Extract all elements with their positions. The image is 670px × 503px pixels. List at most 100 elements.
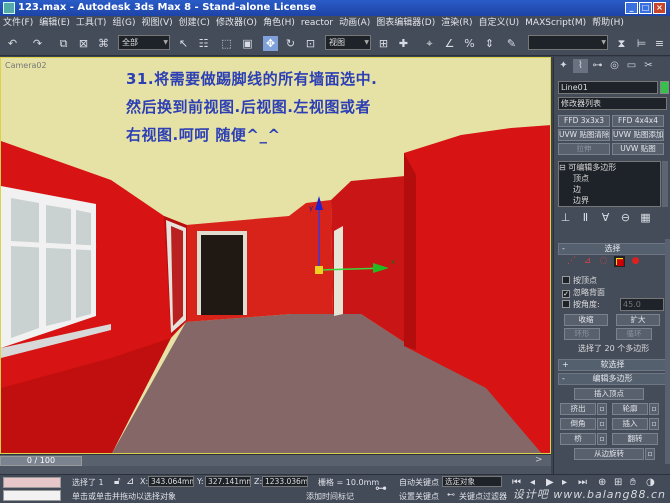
z-coord-field[interactable]: 1233.036m [262,476,308,487]
menu-rendering[interactable]: 渲染(R) [438,16,475,31]
hinge-settings-icon[interactable]: ▫ [645,448,655,460]
uvw-map-button[interactable]: UVW 贴图 [612,143,664,155]
named-selection-sets-dropdown[interactable] [528,35,608,50]
pivot-center-icon[interactable]: ⊞ [376,36,391,51]
menu-edit[interactable]: 编辑(E) [36,16,73,31]
menu-create[interactable]: 创建(C) [176,16,213,31]
selection-rollout-header[interactable]: - 选择 [558,243,667,255]
menu-reactor[interactable]: reactor [298,16,336,31]
hinge-from-edge-button[interactable]: 从边旋转 [574,448,644,460]
stack-item-editable-poly[interactable]: ⊟ 可编辑多边形 [559,162,660,173]
region-select-icon[interactable]: ⬚ [219,36,234,51]
align-icon[interactable]: ⊨ [634,36,649,51]
make-unique-icon[interactable]: ∀ [598,210,613,225]
redo-icon[interactable]: ↷ [30,36,45,51]
polygon-subobject-icon[interactable]: ■ [614,256,625,268]
ffd-3x3x3-button[interactable]: FFD 3x3x3 [558,115,610,127]
modifier-list-dropdown[interactable]: 修改器列表 [558,97,667,110]
menu-help[interactable]: 帮助(H) [589,16,627,31]
unlink-icon[interactable]: ⊠ [76,36,91,51]
named-selection-icon[interactable]: ✎ [504,36,519,51]
outline-settings-icon[interactable]: ▫ [649,403,659,415]
utilities-tab-icon[interactable]: ✂ [641,59,656,73]
key-filters-button[interactable]: 关键点过滤器 [459,491,507,502]
inset-button[interactable]: 插入 [612,418,648,430]
grow-button[interactable]: 扩大 [616,314,660,326]
by-vertex-checkbox[interactable]: 按顶点 [562,275,597,286]
object-color-swatch[interactable] [660,81,669,94]
flip-button[interactable]: 翻转 [612,433,658,445]
by-angle-checkbox[interactable]: 按角度: [562,299,600,310]
percent-snap-icon[interactable]: % [462,36,477,51]
extrude-modifier-button[interactable]: 拉伸 [558,143,610,155]
menu-file[interactable]: 文件(F) [0,16,36,31]
x-coord-field[interactable]: 343.064mm [148,476,194,487]
outline-button[interactable]: 轮廓 [612,403,648,415]
select-object-icon[interactable]: ↖ [176,36,191,51]
set-key-icon[interactable]: ⊶ [375,481,387,495]
edge-subobject-icon[interactable]: ⊿ [582,256,593,267]
track-bar[interactable] [0,466,551,474]
auto-key-label[interactable]: 自动关键点 [399,477,439,488]
uvw-clear-button[interactable]: UVW 贴图清除 [558,129,610,141]
lock-selection-icon[interactable]: 🔓︎ [114,476,120,487]
select-link-icon[interactable]: ⧉ [56,36,71,51]
layer-manager-icon[interactable]: ≡ [652,36,667,51]
time-slider-thumb[interactable]: 0 / 100 [0,456,82,466]
snap-toggle-icon[interactable]: ⌖ [422,36,437,51]
loop-button[interactable]: 循环 [616,328,652,340]
uvw-add-button[interactable]: UVW 贴图添加 [612,129,664,141]
modifier-stack[interactable]: ⊟ 可编辑多边形 顶点 边 边界 [558,161,661,207]
time-next-icon[interactable]: > [535,455,543,465]
select-manipulate-icon[interactable]: ✚ [396,36,411,51]
bevel-settings-icon[interactable]: ▫ [597,418,607,430]
ffd-4x4x4-button[interactable]: FFD 4x4x4 [612,115,664,127]
border-subobject-icon[interactable]: ◌ [598,256,609,267]
ignore-backfacing-checkbox[interactable]: ✓ 忽略背面 [562,287,605,298]
reference-coordinate-dropdown[interactable]: 视图 [325,35,371,50]
show-end-result-icon[interactable]: Ⅱ [578,210,593,225]
configure-modifier-sets-icon[interactable]: ▦ [638,210,653,225]
camera-viewport[interactable]: Camera02 31.将需要做踢脚线的所有墙面选中. 然后换到前视图.后视图.… [0,57,551,454]
stack-item-edge[interactable]: 边 [559,184,660,195]
select-and-scale-icon[interactable]: ⊡ [303,36,318,51]
menu-customize[interactable]: 自定义(U) [476,16,523,31]
create-tab-icon[interactable]: ✦ [556,59,571,73]
key-filter-icon[interactable]: ⊷ [447,490,455,499]
menu-tools[interactable]: 工具(T) [73,16,110,31]
display-tab-icon[interactable]: ▭ [624,59,639,73]
close-icon[interactable]: × [653,2,666,14]
ring-button[interactable]: 环形 [564,328,600,340]
angle-snap-icon[interactable]: ∠ [442,36,457,51]
select-and-move-icon[interactable]: ✥ [263,36,278,51]
vertex-subobject-icon[interactable]: ⋰ [566,256,577,267]
selection-filter-dropdown[interactable]: 全部 [118,35,170,50]
pin-stack-icon[interactable]: ⊥ [558,210,573,225]
menu-views[interactable]: 视图(V) [138,16,175,31]
extrude-button[interactable]: 挤出 [560,403,596,415]
y-coord-field[interactable]: 327.141mm [205,476,251,487]
set-key-label[interactable]: 设置关键点 [399,491,439,502]
menu-character[interactable]: 角色(H) [260,16,298,31]
menu-modifiers[interactable]: 修改器(O) [213,16,260,31]
spinner-snap-icon[interactable]: ⇕ [482,36,497,51]
select-by-name-icon[interactable]: ☷ [196,36,211,51]
menu-animation[interactable]: 动画(A) [336,16,373,31]
bridge-button[interactable]: 桥 [560,433,596,445]
menu-graph-editors[interactable]: 图表编辑器(D) [373,16,438,31]
maxscript-listener-mini[interactable] [3,477,61,488]
hierarchy-tab-icon[interactable]: ⊶ [590,59,605,73]
stack-item-border[interactable]: 边界 [559,195,660,206]
absolute-mode-icon[interactable]: ⊿ [126,476,134,487]
minimize-icon[interactable]: _ [625,2,638,14]
object-name-field[interactable]: Line01 [558,81,658,94]
menu-group[interactable]: 组(G) [109,16,138,31]
panel-scrollbar[interactable] [665,239,670,464]
stack-scrollbar[interactable] [662,161,668,207]
key-mode-dropdown[interactable]: 选定对象 [442,476,502,487]
extrude-settings-icon[interactable]: ▫ [597,403,607,415]
bind-space-warp-icon[interactable]: ⌘ [96,36,111,51]
add-time-tag-button[interactable]: 添加时间标记 [306,491,354,502]
time-slider[interactable]: 0 / 100 > [0,454,551,466]
insert-vertex-button[interactable]: 插入顶点 [574,388,644,400]
